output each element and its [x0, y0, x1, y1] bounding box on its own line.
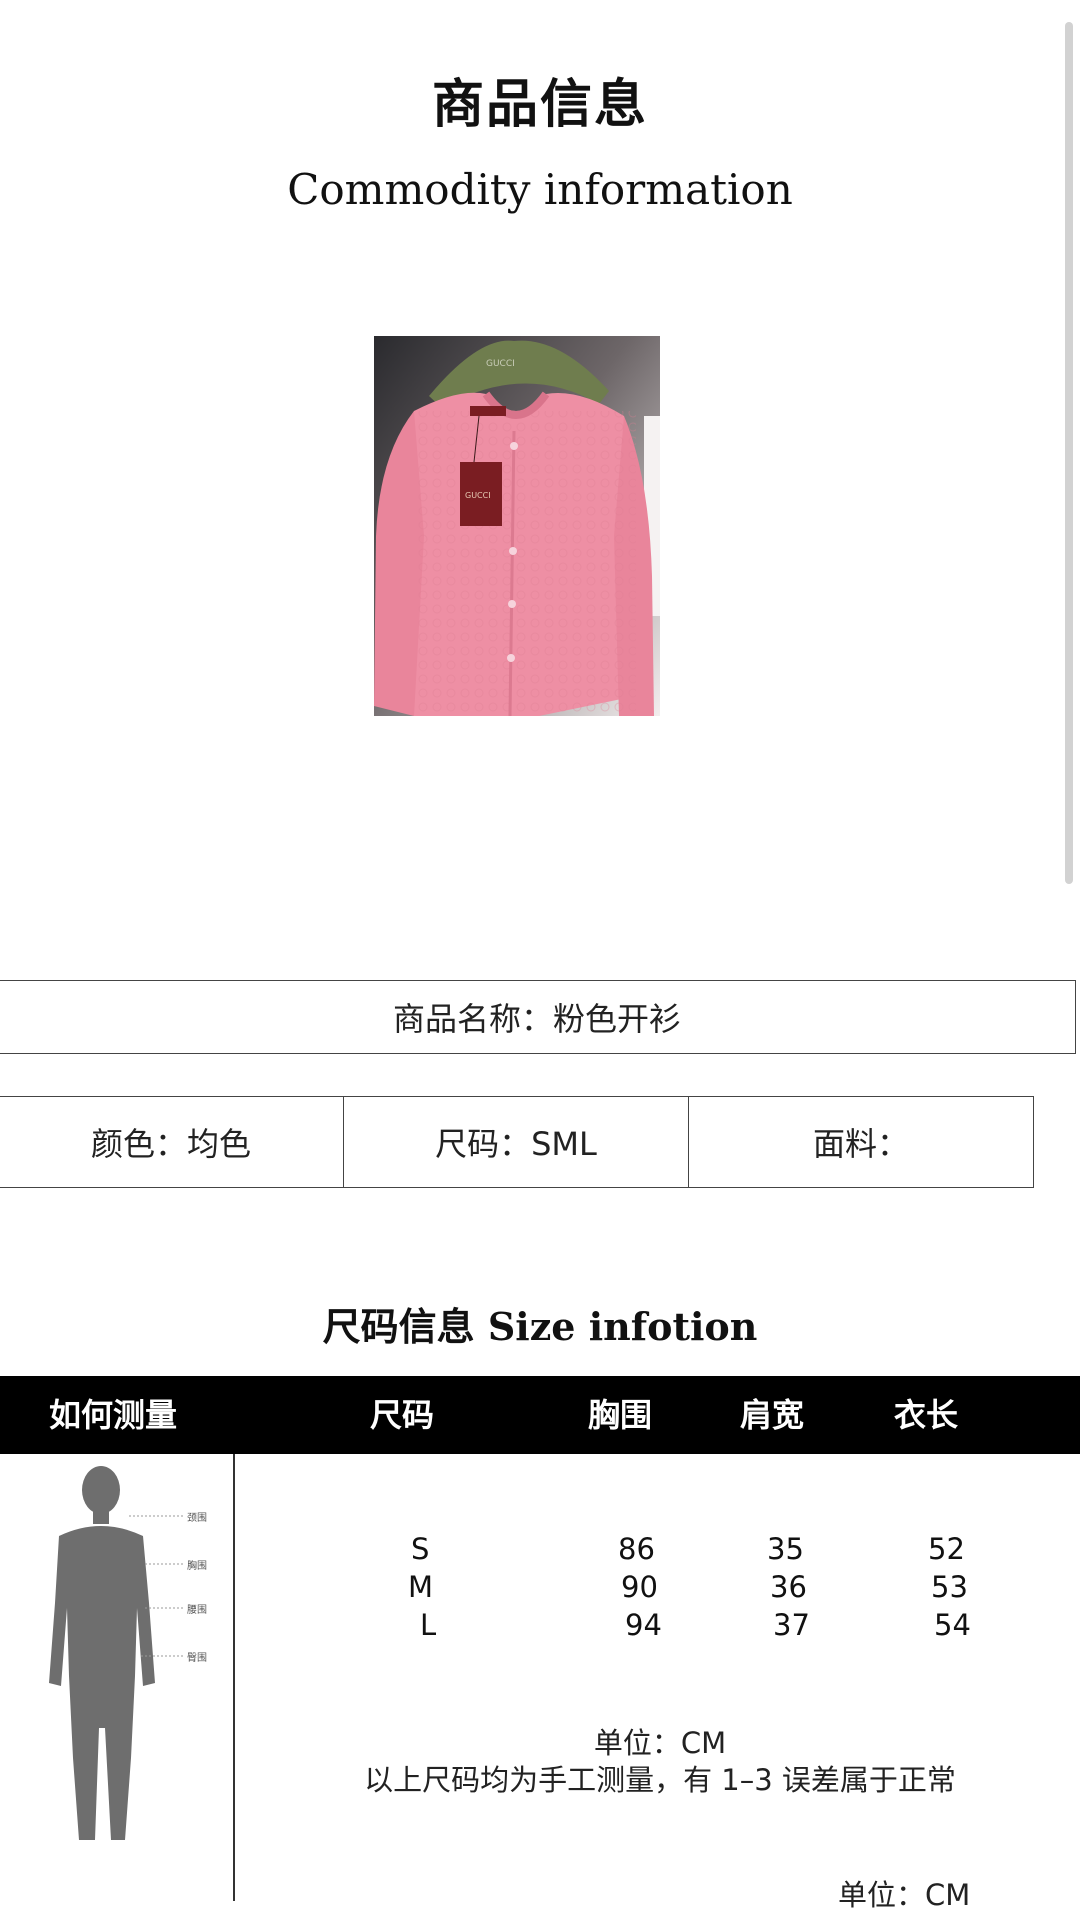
figure-label-hip: 臀围: [187, 1653, 207, 1664]
header-chest: 胸围: [588, 1396, 653, 1434]
unit-label: 单位：CM: [593, 1726, 727, 1760]
table-divider: [233, 1454, 235, 1901]
shoulder-s: 35: [767, 1532, 804, 1566]
scrollbar[interactable]: [1065, 22, 1073, 884]
product-color: 颜色：均色: [90, 1125, 251, 1163]
unit-footer: 单位：CM: [838, 1878, 971, 1912]
figure-label-waist: 腰围: [187, 1605, 207, 1616]
page-title: 商品信息: [431, 75, 648, 135]
product-attributes: 颜色：均色 尺码：SML 面料：: [0, 1096, 1034, 1188]
header-how-to-measure: 如何测量: [49, 1396, 178, 1434]
header-length: 衣长: [894, 1396, 959, 1434]
chest-m: 90: [621, 1570, 658, 1604]
measurement-note: 以上尺码均为手工测量，有 1–3 误差属于正常: [364, 1763, 956, 1797]
size-info-title: 尺码信息 Size infotion: [0, 1296, 1080, 1351]
figure-label-chest: 胸围: [187, 1561, 207, 1572]
chest-l: 94: [625, 1608, 662, 1642]
length-s: 52: [928, 1532, 965, 1566]
length-m: 53: [931, 1570, 968, 1604]
product-fabric: 面料：: [688, 1097, 1033, 1187]
size-l: L: [420, 1608, 437, 1642]
size-table-header: 如何测量 尺码 胸围 肩宽 衣长: [0, 1376, 1080, 1454]
size-info-title-en: Size infotion: [487, 1304, 758, 1349]
product-name: 商品名称：粉色开衫: [0, 980, 1076, 1054]
chest-s: 86: [618, 1532, 655, 1566]
product-photo: GUCCI GUCCI: [374, 336, 660, 716]
figure-label-neck: 颈围: [187, 1513, 207, 1524]
page-subtitle: Commodity information: [287, 165, 793, 214]
header-shoulder: 肩宽: [740, 1396, 805, 1434]
size-info-title-cn: 尺码信息: [322, 1305, 475, 1349]
svg-text:GUCCI: GUCCI: [486, 359, 515, 369]
svg-text:GUCCI: GUCCI: [465, 491, 491, 500]
size-m: M: [408, 1570, 434, 1604]
shoulder-l: 37: [773, 1608, 810, 1642]
shoulder-m: 36: [770, 1570, 807, 1604]
length-l: 54: [934, 1608, 971, 1642]
product-sizes: 尺码：SML: [343, 1097, 688, 1187]
header-size: 尺码: [370, 1396, 435, 1434]
size-s: S: [411, 1532, 430, 1566]
